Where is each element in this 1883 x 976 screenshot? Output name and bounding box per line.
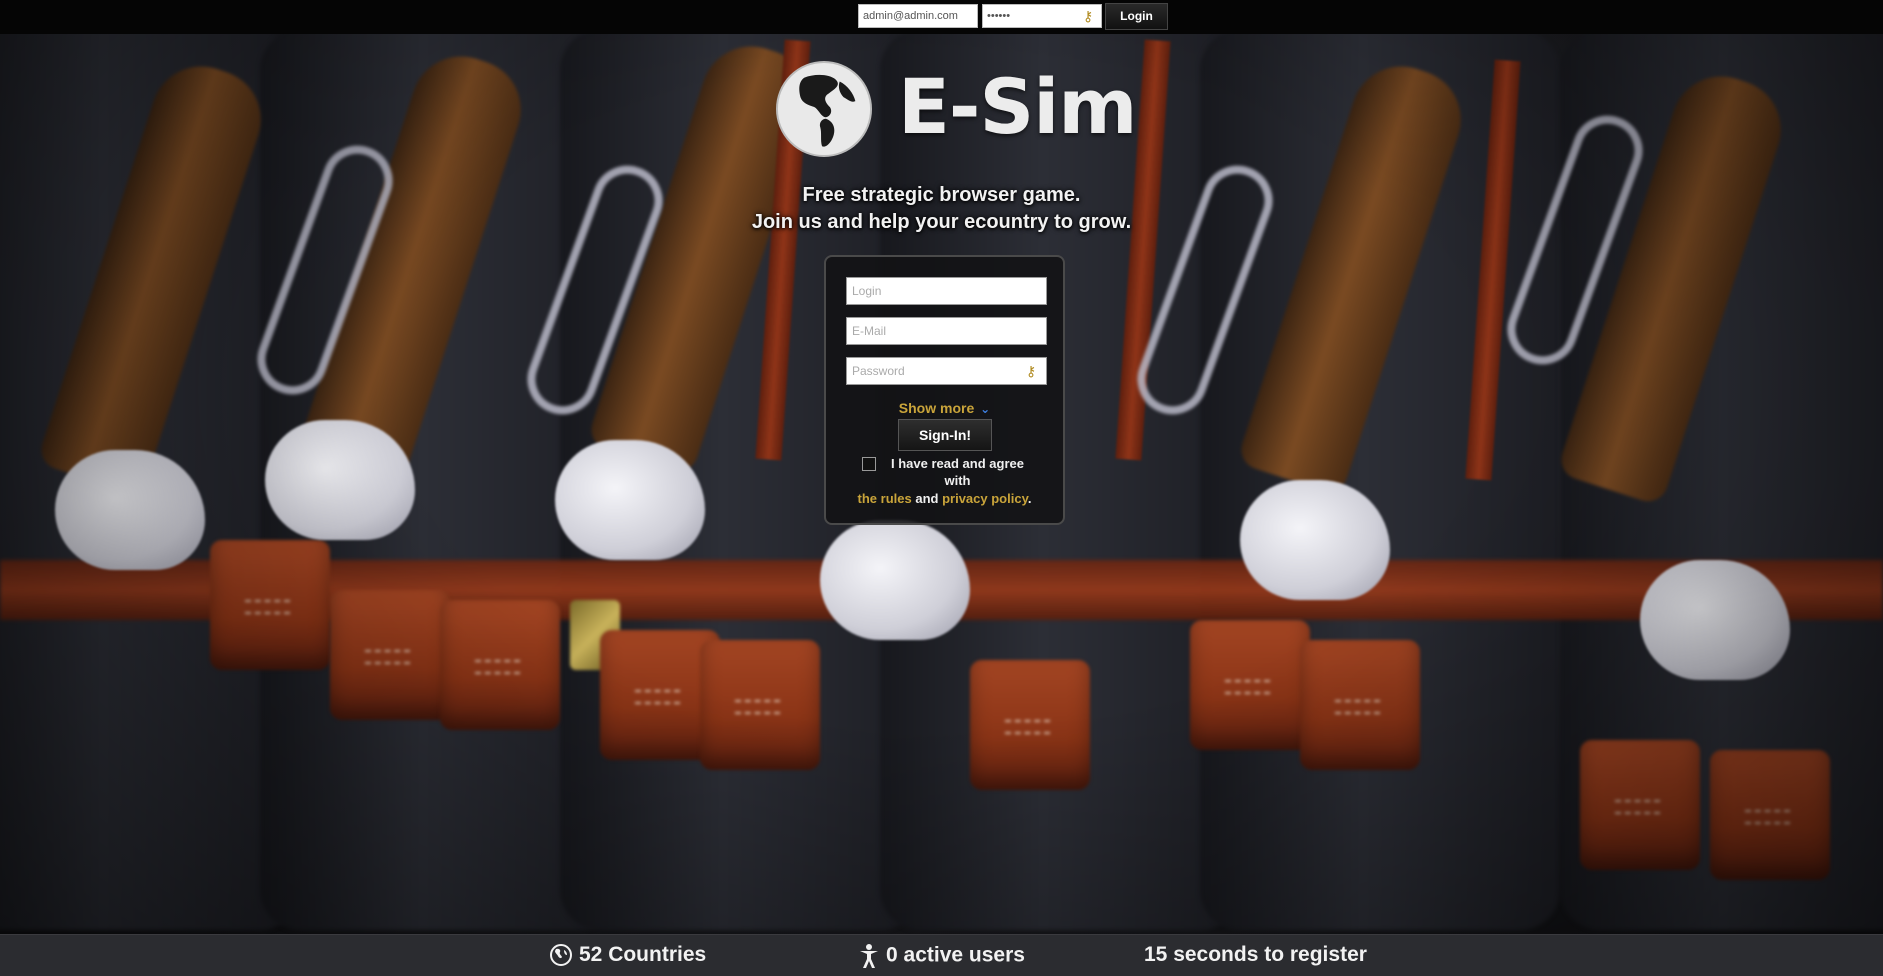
globe-logo-icon (775, 60, 873, 158)
stats-bar: 52 Countries 0 active users 15 seconds t… (0, 934, 1883, 976)
agree-links: the rules and privacy policy. (826, 491, 1063, 506)
active-users-count: 0 active users (886, 943, 1025, 967)
show-more-label: Show more (898, 400, 975, 416)
stat-active-users: 0 active users (858, 943, 1025, 969)
and-text: and (915, 491, 939, 506)
login-field[interactable]: Login (846, 277, 1047, 305)
email-field[interactable]: E-Mail (846, 317, 1047, 345)
top-login-bar: admin@admin.com •••••• ⚷ Login (0, 0, 1883, 34)
chevron-down-icon: ⌄ (980, 402, 991, 416)
tagline-line1: Free strategic browser game. (802, 184, 1081, 206)
stat-countries: 52 Countries (549, 943, 706, 967)
password-placeholder: Password (852, 364, 905, 378)
period-text: . (1027, 491, 1032, 506)
signin-button[interactable]: Sign-In! (898, 419, 992, 451)
key-icon: ⚷ (1026, 363, 1037, 379)
key-icon: ⚷ (1083, 8, 1094, 24)
countries-count: 52 Countries (579, 943, 707, 966)
show-more-link[interactable]: Show more ⌄ (826, 400, 1063, 416)
logo-title: E-Sim (898, 62, 1137, 151)
signup-panel: Login E-Mail Password ⚷ Show more ⌄ Sign… (824, 255, 1065, 525)
person-icon (860, 944, 878, 968)
top-email-input[interactable]: admin@admin.com (858, 4, 978, 28)
globe-icon (550, 944, 572, 967)
tagline-line2: Join us and help your ecountry to grow. (751, 211, 1132, 233)
top-login-button[interactable]: Login (1105, 3, 1168, 30)
agree-text: I have read and agree with (891, 456, 1024, 488)
rules-link[interactable]: the rules (858, 491, 912, 506)
stat-register: 15 seconds to register (1144, 943, 1367, 966)
password-field[interactable]: Password ⚷ (846, 357, 1047, 385)
privacy-policy-link[interactable]: privacy policy (942, 491, 1028, 506)
